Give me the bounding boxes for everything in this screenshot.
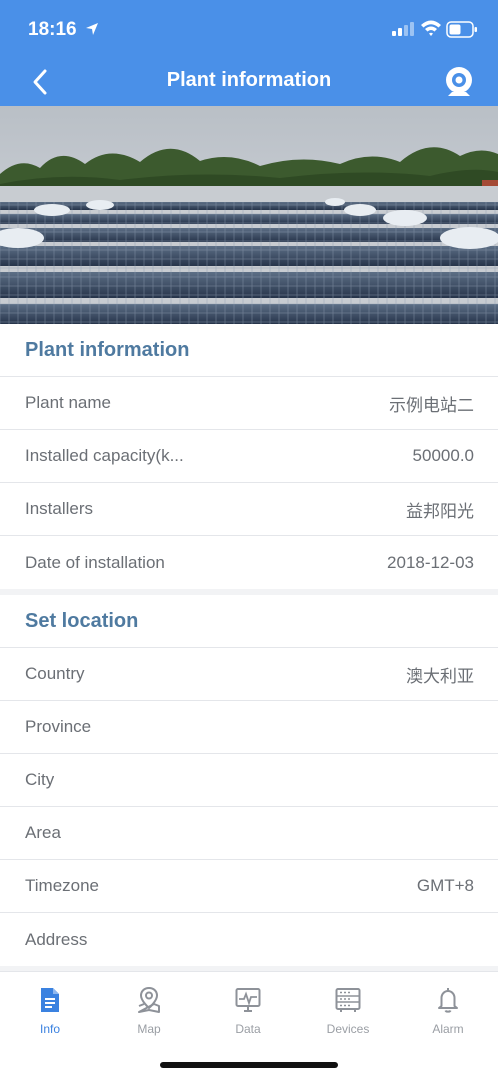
battery-icon	[446, 21, 477, 38]
timezone-row: Timezone GMT+8	[0, 860, 498, 913]
section-title: Set location	[0, 595, 498, 648]
province-row: Province	[0, 701, 498, 754]
row-label: Address	[25, 929, 88, 949]
home-indicator	[160, 1062, 338, 1068]
row-label: Area	[25, 823, 61, 842]
nav-bar: Plant information	[0, 58, 498, 106]
header: 18:16 Plant information	[0, 0, 498, 106]
installed-capacity-row: Installed capacity(k... 50000.0	[0, 430, 498, 483]
camera-icon[interactable]	[444, 65, 474, 99]
tab-label: Data	[235, 1022, 261, 1036]
row-value: 益邦阳光	[406, 501, 474, 521]
plant-info-section: Plant information Plant name 示例电站二 Insta…	[0, 324, 498, 589]
signal-icon	[392, 22, 414, 36]
row-label: City	[25, 770, 55, 789]
row-label: Installed capacity(k...	[25, 446, 184, 465]
map-icon	[138, 986, 160, 1013]
tab-data[interactable]: Data	[198, 986, 298, 1036]
location-arrow-icon	[86, 23, 98, 35]
country-row: Country 澳大利亚	[0, 648, 498, 701]
page-title: Plant information	[166, 69, 332, 91]
tab-info[interactable]: Info	[0, 986, 100, 1036]
row-value: 50000.0	[412, 446, 474, 465]
document-icon	[41, 988, 59, 1012]
wifi-icon	[421, 20, 441, 36]
row-value: GMT+8	[416, 876, 474, 895]
bell-icon	[438, 988, 458, 1013]
installers-row: Installers 益邦阳光	[0, 483, 498, 536]
status-bar: 18:16	[0, 0, 498, 58]
row-value: 澳大利亚	[406, 666, 474, 686]
section-title: Plant information	[0, 324, 498, 377]
row-value: 示例电站二	[389, 395, 474, 415]
row-label: Province	[25, 717, 92, 736]
row-value: 2018-12-03	[387, 552, 474, 572]
row-label: Date of installation	[25, 552, 165, 572]
devices-icon	[335, 988, 361, 1012]
monitor-icon	[235, 988, 261, 1012]
plant-name-row: Plant name 示例电站二	[0, 377, 498, 430]
tab-label: Map	[137, 1022, 161, 1036]
tab-label: Info	[39, 1022, 60, 1036]
installation-date-row: Date of installation 2018-12-03	[0, 536, 498, 589]
row-label: Timezone	[25, 876, 100, 895]
address-row: Address	[0, 913, 498, 966]
tab-alarm[interactable]: Alarm	[398, 986, 498, 1036]
row-label: Country	[25, 664, 85, 683]
status-time: 18:16	[28, 19, 77, 40]
tab-devices[interactable]: Devices	[298, 986, 398, 1036]
plant-photo	[0, 106, 498, 324]
tab-map[interactable]: Map	[99, 986, 199, 1036]
row-label: Plant name	[25, 393, 111, 412]
tab-label: Alarm	[432, 1022, 464, 1036]
tab-label: Devices	[326, 1022, 370, 1036]
location-section: Set location Country 澳大利亚 Province City …	[0, 595, 498, 966]
city-row: City	[0, 754, 498, 807]
area-row: Area	[0, 807, 498, 860]
row-label: Installers	[25, 499, 94, 518]
